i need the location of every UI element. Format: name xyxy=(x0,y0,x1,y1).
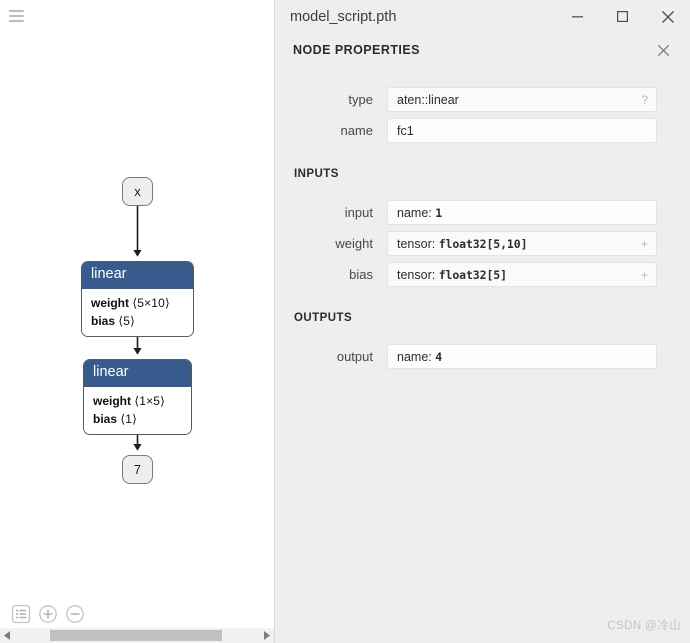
graph-node-attribute-row: weight ⟨5×10⟩ xyxy=(91,294,184,312)
attribute-value: ⟨5×10⟩ xyxy=(132,295,170,310)
property-row-output: output name: 4 xyxy=(275,344,690,369)
section-title-outputs: OUTPUTS xyxy=(294,312,353,324)
watermark: CSDN @冷山 xyxy=(607,620,681,632)
property-value-weight[interactable]: tensor: float32[5,10] + xyxy=(387,231,657,256)
scrollbar-thumb[interactable] xyxy=(50,630,222,641)
property-row-input: input name: 1 xyxy=(275,200,690,225)
graph-node-attributes: weight ⟨5×10⟩ bias ⟨5⟩ xyxy=(82,288,193,337)
property-value-text: tensor: float32[5] xyxy=(397,268,635,282)
attribute-name: bias xyxy=(91,313,116,328)
graph-node-label: x xyxy=(134,184,141,199)
list-icon[interactable] xyxy=(11,604,31,624)
graph-canvas[interactable]: x linear weight ⟨5×10⟩ bias ⟨5⟩ linear w… xyxy=(0,0,274,643)
value-mono: 1 xyxy=(435,205,443,220)
scrollbar-track[interactable] xyxy=(15,628,259,643)
node-properties-panel: model_script.pth NODE PROPERTIES type at… xyxy=(274,0,690,643)
sidebar-title: NODE PROPERTIES xyxy=(293,43,420,57)
property-label: input xyxy=(344,205,373,220)
graph-node-attributes: weight ⟨1×5⟩ bias ⟨1⟩ xyxy=(84,386,191,435)
graph-node-attribute-row: weight ⟨1×5⟩ xyxy=(93,392,182,410)
graph-node-linear-1[interactable]: linear weight ⟨5×10⟩ bias ⟨5⟩ xyxy=(81,261,194,338)
property-value-text: tensor: float32[5,10] xyxy=(397,237,635,251)
expand-icon[interactable]: + xyxy=(635,268,648,282)
section-title-inputs: INPUTS xyxy=(294,168,339,180)
expand-icon[interactable]: + xyxy=(635,237,648,251)
attribute-name: bias xyxy=(93,411,118,426)
value-prefix: tensor: xyxy=(397,236,439,251)
hamburger-bar xyxy=(9,20,24,22)
graph-node-linear-2[interactable]: linear weight ⟨1×5⟩ bias ⟨1⟩ xyxy=(83,359,192,436)
window-maximize-button[interactable] xyxy=(600,0,645,33)
property-value-bias[interactable]: tensor: float32[5] + xyxy=(387,262,657,287)
property-row-name: name fc1 xyxy=(275,118,690,143)
property-value-input[interactable]: name: 1 xyxy=(387,200,657,225)
inputs-fields: input name: 1 weight tensor: float32[5,1… xyxy=(275,200,690,287)
graph-node-attribute-row: bias ⟨1⟩ xyxy=(93,410,182,428)
property-label: output xyxy=(336,349,373,364)
property-row-type: type aten::linear ? xyxy=(275,87,690,112)
attribute-name: weight xyxy=(91,295,129,310)
property-row-weight: weight tensor: float32[5,10] + xyxy=(275,231,690,256)
window-title-bar: model_script.pth xyxy=(275,0,690,33)
sidebar-close-icon[interactable] xyxy=(654,41,672,59)
attribute-name: weight xyxy=(93,393,131,408)
value-mono: float32[5] xyxy=(438,267,507,282)
value-mono: 4 xyxy=(435,349,443,364)
property-value-text: name: 1 xyxy=(397,206,648,220)
graph-node-title: linear xyxy=(82,262,193,289)
attribute-value: ⟨1⟩ xyxy=(120,411,137,426)
property-label: name xyxy=(340,123,373,138)
property-value-output[interactable]: name: 4 xyxy=(387,344,657,369)
property-value-name[interactable]: fc1 xyxy=(387,118,657,143)
property-value-type[interactable]: aten::linear ? xyxy=(387,87,657,112)
graph-node-attribute-row: bias ⟨5⟩ xyxy=(91,312,184,330)
property-value-text: aten::linear xyxy=(397,92,459,107)
attribute-value: ⟨5⟩ xyxy=(118,313,135,328)
sidebar-header: NODE PROPERTIES xyxy=(275,33,690,67)
value-prefix: name: xyxy=(397,205,436,220)
property-label: type xyxy=(348,92,373,107)
property-value-text: name: 4 xyxy=(397,350,648,364)
scroll-right-arrow-icon[interactable] xyxy=(259,628,274,643)
value-prefix: name: xyxy=(397,349,436,364)
property-row-bias: bias tensor: float32[5] + xyxy=(275,262,690,287)
graph-node-output[interactable]: 7 xyxy=(122,455,153,484)
attribute-value: ⟨1×5⟩ xyxy=(134,393,166,408)
hamburger-bar xyxy=(9,10,24,12)
property-label: weight xyxy=(335,236,373,251)
property-label: bias xyxy=(349,267,373,282)
property-value-text: fc1 xyxy=(397,123,414,138)
node-basic-fields: type aten::linear ? name fc1 xyxy=(275,87,690,143)
window-close-button[interactable] xyxy=(645,0,690,33)
graph-toolbar xyxy=(0,601,85,627)
plus-circle-icon[interactable] xyxy=(38,604,58,624)
graph-node-title: linear xyxy=(84,360,191,387)
hamburger-icon[interactable] xyxy=(9,10,24,22)
value-mono: float32[5,10] xyxy=(438,236,528,251)
minus-circle-icon[interactable] xyxy=(65,604,85,624)
horizontal-scrollbar[interactable] xyxy=(0,628,274,643)
graph-node-label: 7 xyxy=(134,462,141,477)
graph-node-input[interactable]: x xyxy=(122,177,153,206)
hamburger-bar xyxy=(9,15,24,17)
window-minimize-button[interactable] xyxy=(555,0,600,33)
value-prefix: tensor: xyxy=(397,267,439,282)
scroll-left-arrow-icon[interactable] xyxy=(0,628,15,643)
outputs-fields: output name: 4 xyxy=(275,344,690,369)
help-icon[interactable]: ? xyxy=(635,93,648,107)
window-title: model_script.pth xyxy=(290,8,397,25)
